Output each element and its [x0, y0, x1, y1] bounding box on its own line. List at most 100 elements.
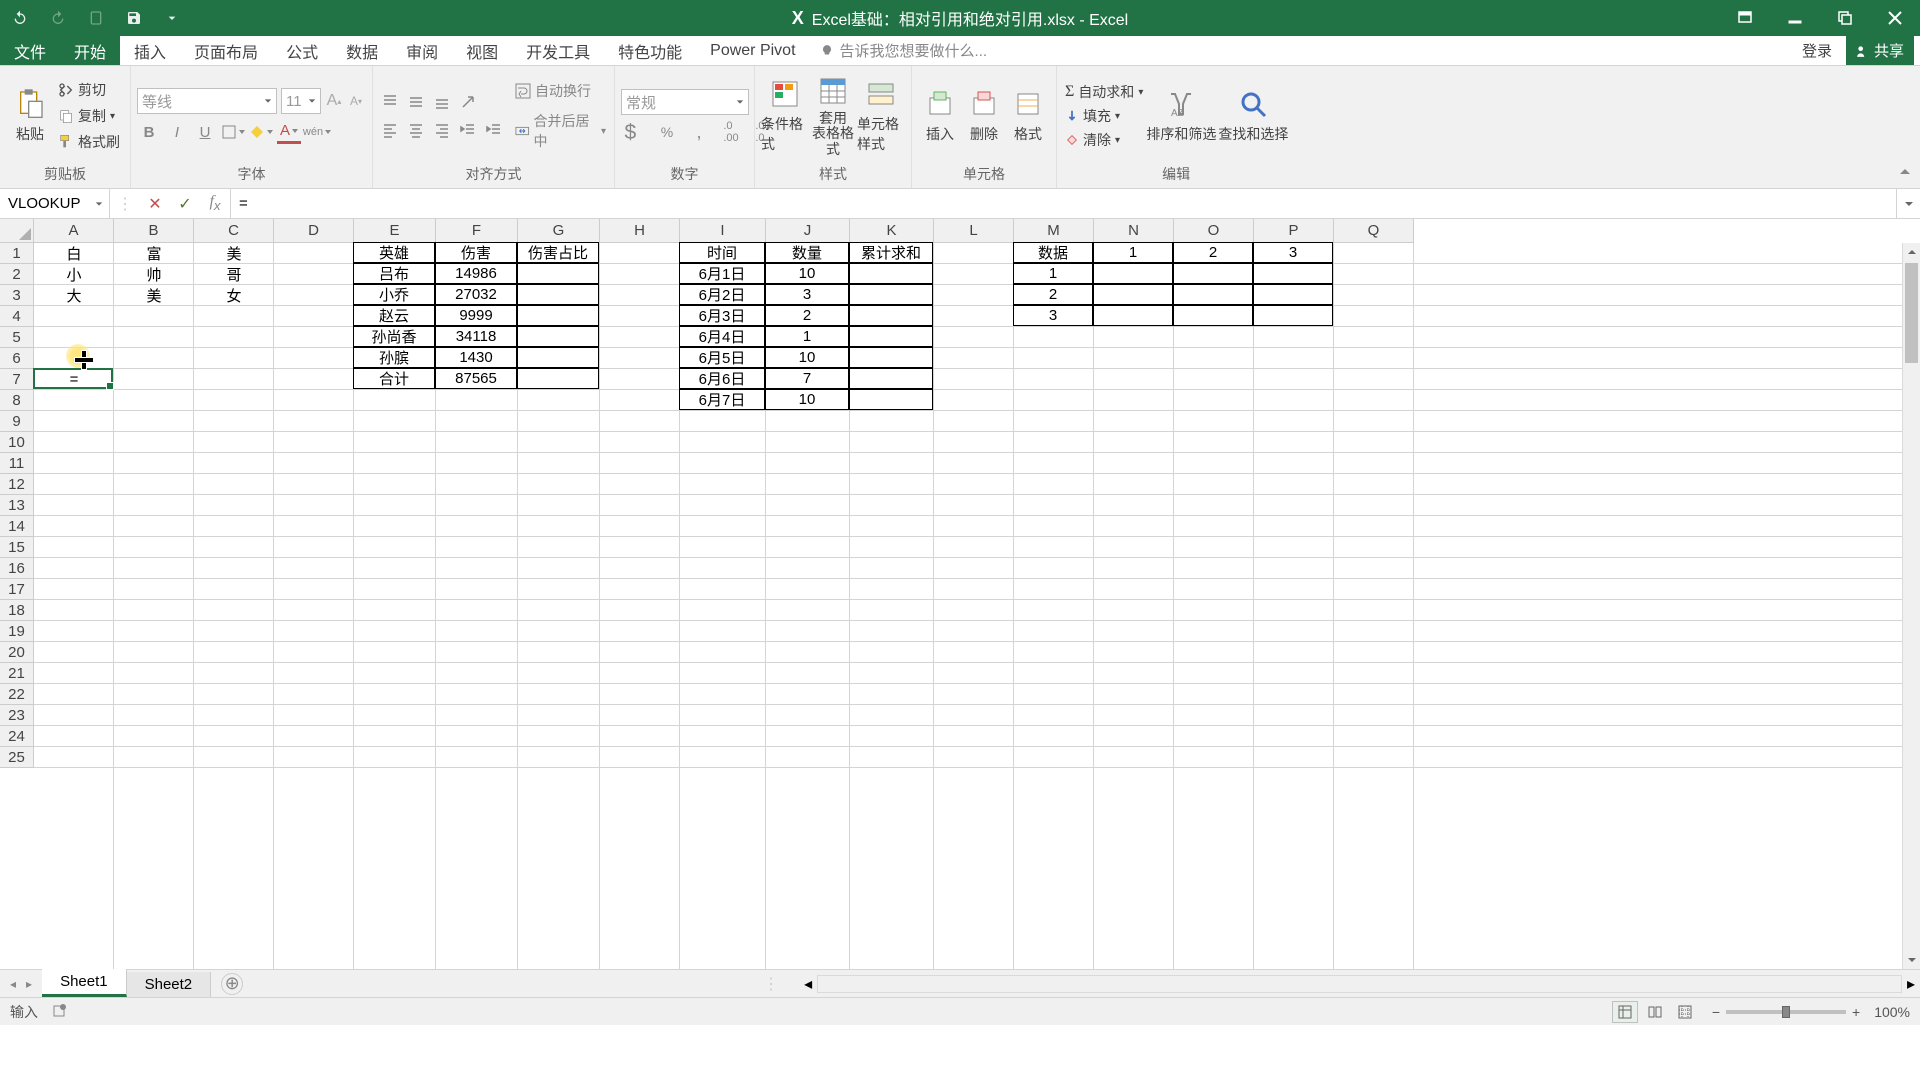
cell[interactable]: 10 — [765, 389, 849, 410]
cell[interactable]: 1430 — [435, 347, 517, 368]
cell[interactable]: 1 — [765, 326, 849, 347]
tab-special[interactable]: 特色功能 — [604, 36, 696, 65]
tab-data[interactable]: 数据 — [332, 36, 392, 65]
row-header-1[interactable]: 1 — [0, 243, 34, 264]
row-header-22[interactable]: 22 — [0, 684, 34, 705]
cell[interactable] — [1173, 263, 1253, 284]
fx-button[interactable]: fx — [200, 193, 230, 213]
cell-styles-button[interactable]: 单元格样式 — [857, 74, 905, 158]
cell[interactable]: = — [34, 369, 114, 390]
col-header-B[interactable]: B — [114, 219, 194, 243]
cell[interactable]: 白 — [34, 243, 114, 264]
increase-decimal-button[interactable]: .0.00 — [717, 121, 745, 143]
formula-input[interactable]: = — [231, 189, 1896, 218]
spreadsheet-grid[interactable]: 1234567891011121314151617181920212223242… — [0, 219, 1920, 969]
cell[interactable] — [849, 389, 933, 410]
row-header-11[interactable]: 11 — [0, 453, 34, 474]
cell[interactable] — [1173, 305, 1253, 326]
cell[interactable]: 小 — [34, 264, 114, 285]
cell[interactable] — [1093, 305, 1173, 326]
font-name-combo[interactable]: 等线 — [137, 88, 277, 114]
cell[interactable]: 6月2日 — [679, 284, 765, 305]
scroll-right-button[interactable]: ▸ — [1902, 975, 1920, 993]
cell[interactable]: 美 — [194, 243, 274, 264]
cell[interactable]: 14986 — [435, 263, 517, 284]
col-header-I[interactable]: I — [680, 219, 766, 243]
underline-button[interactable]: U — [193, 120, 217, 144]
decrease-indent-button[interactable] — [457, 119, 479, 141]
col-header-O[interactable]: O — [1174, 219, 1254, 243]
cell[interactable] — [849, 326, 933, 347]
paste-button[interactable]: 粘贴 — [6, 74, 54, 158]
cell[interactable]: 赵云 — [353, 305, 435, 326]
cell[interactable]: 34118 — [435, 326, 517, 347]
tab-view[interactable]: 视图 — [452, 36, 512, 65]
sheet-tab-Sheet1[interactable]: Sheet1 — [42, 969, 127, 997]
fill-button[interactable]: 填充▾ — [1063, 105, 1145, 127]
row-header-24[interactable]: 24 — [0, 726, 34, 747]
cell[interactable] — [1093, 263, 1173, 284]
row-header-17[interactable]: 17 — [0, 579, 34, 600]
cut-button[interactable]: 剪切 — [54, 78, 124, 102]
row-header-4[interactable]: 4 — [0, 306, 34, 327]
cell[interactable]: 数据 — [1013, 242, 1093, 263]
cell[interactable] — [1253, 284, 1333, 305]
vscroll-thumb[interactable] — [1905, 263, 1918, 363]
select-all-corner[interactable] — [0, 219, 34, 243]
cell[interactable]: 哥 — [194, 264, 274, 285]
cell[interactable]: 9999 — [435, 305, 517, 326]
borders-button[interactable] — [221, 120, 245, 144]
insert-cells-button[interactable]: 插入 — [918, 74, 962, 158]
col-header-A[interactable]: A — [34, 219, 114, 243]
cell[interactable]: 数量 — [765, 242, 849, 263]
scroll-left-button[interactable]: ◂ — [799, 975, 817, 993]
cell[interactable]: 27032 — [435, 284, 517, 305]
increase-font-button[interactable]: A▴ — [325, 92, 343, 110]
redo-button[interactable] — [48, 8, 68, 28]
cell[interactable]: 6月5日 — [679, 347, 765, 368]
cell[interactable]: 美 — [114, 285, 194, 306]
row-header-2[interactable]: 2 — [0, 264, 34, 285]
cell[interactable]: 7 — [765, 368, 849, 389]
enter-button[interactable]: ✓ — [170, 194, 200, 214]
col-header-K[interactable]: K — [850, 219, 934, 243]
cell[interactable] — [517, 284, 599, 305]
col-header-M[interactable]: M — [1014, 219, 1094, 243]
cell[interactable]: 孙膑 — [353, 347, 435, 368]
row-header-10[interactable]: 10 — [0, 432, 34, 453]
cell[interactable]: 孙尚香 — [353, 326, 435, 347]
merge-center-button[interactable]: 合并后居中▾ — [513, 109, 608, 153]
minimize-button[interactable] — [1770, 0, 1820, 36]
align-middle-button[interactable] — [405, 91, 427, 113]
col-header-Q[interactable]: Q — [1334, 219, 1414, 243]
row-header-19[interactable]: 19 — [0, 621, 34, 642]
col-header-E[interactable]: E — [354, 219, 436, 243]
fill-color-button[interactable] — [249, 120, 273, 144]
col-header-G[interactable]: G — [518, 219, 600, 243]
collapse-ribbon-button[interactable] — [1898, 165, 1912, 184]
align-bottom-button[interactable] — [431, 91, 453, 113]
tab-review[interactable]: 审阅 — [392, 36, 452, 65]
cell[interactable] — [1173, 284, 1253, 305]
conditional-format-button[interactable]: 条件格式 — [761, 74, 809, 158]
undo-button[interactable] — [10, 8, 30, 28]
maximize-button[interactable] — [1820, 0, 1870, 36]
cell[interactable]: 累计求和 — [849, 242, 933, 263]
cell[interactable] — [517, 263, 599, 284]
cell[interactable]: 6月7日 — [679, 389, 765, 410]
row-header-12[interactable]: 12 — [0, 474, 34, 495]
autosum-button[interactable]: Σ自动求和▾ — [1063, 81, 1145, 103]
cell[interactable]: 伤害 — [435, 242, 517, 263]
tab-insert[interactable]: 插入 — [120, 36, 180, 65]
save-button[interactable] — [124, 8, 144, 28]
row-header-25[interactable]: 25 — [0, 747, 34, 768]
cell[interactable] — [849, 263, 933, 284]
row-header-16[interactable]: 16 — [0, 558, 34, 579]
row-header-7[interactable]: 7 — [0, 369, 34, 390]
col-header-L[interactable]: L — [934, 219, 1014, 243]
row-header-18[interactable]: 18 — [0, 600, 34, 621]
cell[interactable] — [849, 305, 933, 326]
col-header-J[interactable]: J — [766, 219, 850, 243]
tab-formulas[interactable]: 公式 — [272, 36, 332, 65]
format-cells-button[interactable]: 格式 — [1006, 74, 1050, 158]
